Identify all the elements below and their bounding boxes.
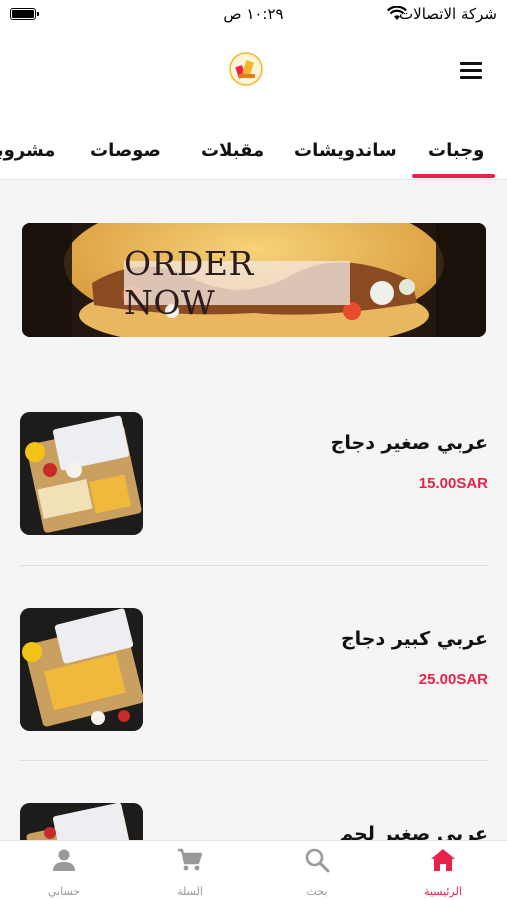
product-name: عربي كبير دجاج [340,628,488,650]
product-name: عربي صغير دجاج [330,432,488,454]
cart-icon [178,848,203,871]
nav-home-label: الرئيسية [424,885,462,898]
list-divider [20,565,488,566]
product-image [20,608,143,731]
search-icon [305,848,330,873]
nav-cart-label: السلة [177,885,203,898]
tab-appetizers[interactable]: مقبلات [201,140,264,161]
app-header [0,32,507,118]
status-bar: ١٠:٢٩ ص شركة الاتصالات [0,0,507,32]
nav-cart[interactable]: السلة [155,847,225,898]
product-card[interactable]: عربي صغير دجاج 15.00SAR [20,412,488,536]
active-tab-indicator [412,174,495,178]
app-screen: ١٠:٢٩ ص شركة الاتصالات وجبات ساندويشات م… [0,0,507,900]
category-tabs: وجبات ساندويشات مقبلات صوصات مشروبات [0,118,507,180]
tab-meals[interactable]: وجبات [428,140,484,161]
tab-drinks[interactable]: مشروبات [0,140,55,161]
nav-search-label: بحث [306,885,328,898]
hamburger-menu-icon[interactable] [460,62,484,80]
user-icon [53,849,75,871]
nav-home[interactable]: الرئيسية [408,847,478,898]
nav-account-label: حسابي [47,885,81,898]
tab-sandwiches[interactable]: ساندويشات [294,140,397,161]
carrier-name: شركة الاتصالات [399,5,497,23]
promo-banner[interactable]: ORDER NOW [22,223,486,337]
nav-account[interactable]: حسابي [29,847,99,898]
product-price: 15.00SAR [418,475,488,492]
list-divider [20,760,488,761]
bottom-nav-bar: الرئيسية بحث السلة حسابي [0,840,507,900]
product-image [20,412,143,535]
product-card[interactable]: عربي كبير دجاج 25.00SAR [20,608,488,732]
nav-search[interactable]: بحث [282,847,352,898]
home-icon [431,849,455,871]
banner-title: ORDER NOW [124,244,350,322]
tab-sauces[interactable]: صوصات [90,140,161,161]
product-price: 25.00SAR [418,671,488,688]
restaurant-logo-icon[interactable] [229,52,263,86]
